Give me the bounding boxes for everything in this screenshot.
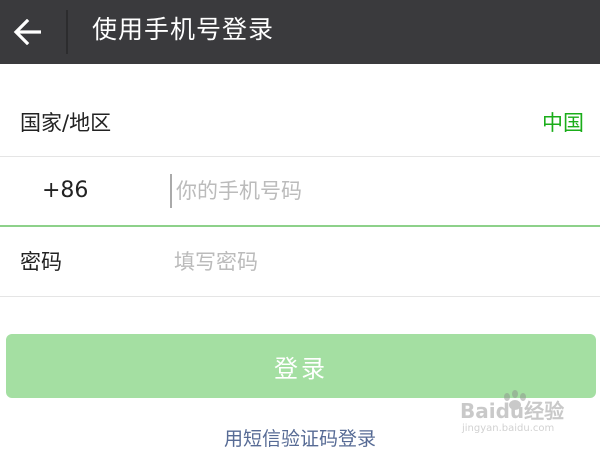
watermark-subtext: jingyan.baidu.com [461, 423, 554, 434]
divider [0, 296, 600, 297]
watermark-text: Baidu经验 [460, 399, 564, 423]
back-button[interactable] [8, 12, 48, 52]
arrow-left-icon [13, 19, 41, 45]
header-divider [66, 10, 68, 54]
page-title: 使用手机号登录 [92, 15, 275, 44]
phone-number-input[interactable] [170, 174, 576, 208]
country-code[interactable]: +86 [42, 177, 88, 205]
phone-row: +86 [0, 156, 600, 226]
country-region-row[interactable]: 国家/地区 中国 [0, 88, 600, 158]
baidu-watermark: Baidu经验 jingyan.baidu.com [460, 390, 564, 434]
app-header: 使用手机号登录 [0, 0, 600, 64]
password-input[interactable] [174, 245, 574, 279]
country-region-label: 国家/地区 [20, 111, 112, 135]
password-label: 密码 [20, 250, 62, 274]
country-value[interactable]: 中国 [542, 109, 584, 137]
password-row: 密码 [0, 227, 600, 297]
